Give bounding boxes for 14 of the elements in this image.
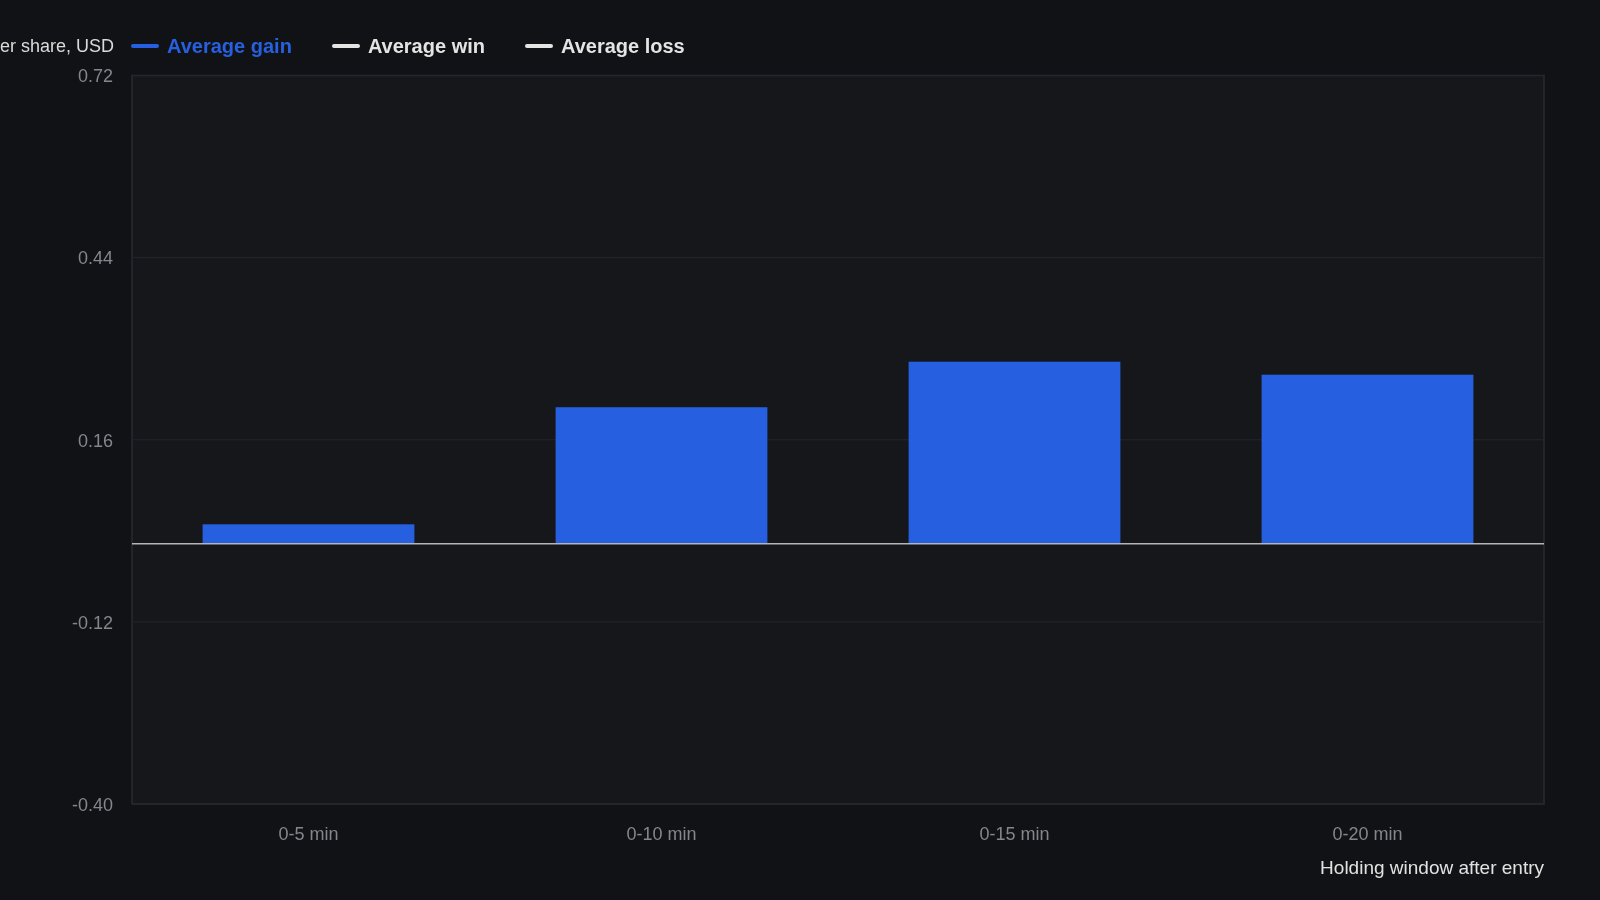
y-tick-label: 0.72 [77,66,113,87]
y-axis-title: er share, USD [0,35,113,58]
x-tick-label: 0-20 min [1332,823,1403,844]
y-tick-label: -0.12 [71,612,113,633]
x-tick-label: 0-5 min [278,823,339,844]
legend-label: Average win [367,34,485,58]
y-tick-label: 0.44 [77,248,113,269]
x-tick-label: 0-10 min [626,823,697,844]
x-tick-label: 0-15 min [979,823,1050,844]
x-axis-title: Holding window after entry [1320,857,1544,878]
y-tick-label: 0.16 [77,430,113,451]
legend-label: Average gain [167,34,292,58]
legend-label: Average loss [560,34,685,58]
y-tick-label: -0.40 [71,794,113,815]
